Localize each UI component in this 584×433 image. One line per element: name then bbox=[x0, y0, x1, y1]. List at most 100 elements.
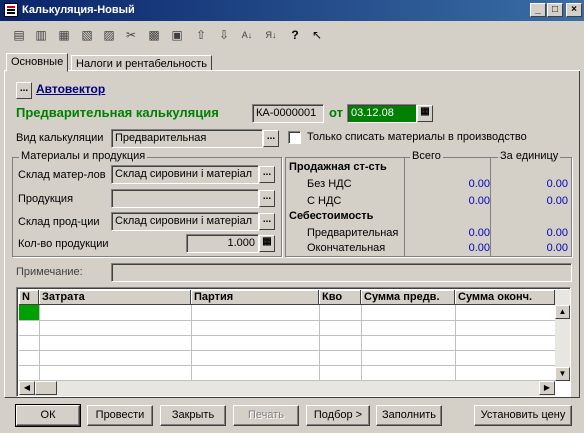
maximize-button[interactable]: □ bbox=[547, 3, 563, 17]
final-unit: 0.00 bbox=[546, 242, 568, 254]
doc-title: Предварительная калькуляция bbox=[16, 105, 219, 120]
qty-field[interactable]: 1.000 bbox=[186, 234, 259, 253]
help-icon[interactable]: ? bbox=[286, 26, 304, 44]
scroll-left-button[interactable]: ◀ bbox=[19, 381, 35, 395]
prelim-label: Предварительная bbox=[307, 227, 399, 239]
col-header-cost[interactable]: Затрата bbox=[39, 290, 191, 305]
horizontal-scrollbar[interactable]: ◀ ▶ bbox=[19, 381, 555, 396]
close-button[interactable]: Закрыть bbox=[160, 405, 226, 426]
costs-table[interactable]: N Затрата Партия Кво Сумма предв. Сумма … bbox=[16, 287, 571, 397]
table-icon[interactable]: ▣ bbox=[168, 26, 186, 44]
summary-divider-1 bbox=[404, 157, 405, 257]
table-row[interactable] bbox=[19, 335, 555, 351]
fill-button[interactable]: Заполнить bbox=[376, 405, 442, 426]
autovector-button[interactable]: ... bbox=[16, 82, 32, 99]
col-header-sum-final[interactable]: Сумма оконч. bbox=[455, 290, 555, 305]
scroll-down-button[interactable]: ▼ bbox=[555, 367, 570, 381]
summary-divider-2 bbox=[490, 157, 491, 257]
vertical-scrollbar[interactable]: ▲ ▼ bbox=[555, 290, 570, 381]
product-field[interactable] bbox=[111, 189, 259, 208]
vat-label: С НДС bbox=[307, 195, 342, 207]
scroll-right-button[interactable]: ▶ bbox=[539, 381, 555, 395]
ok-button[interactable]: ОК bbox=[15, 404, 81, 427]
warehouse-prod-field[interactable]: Склад сировини і матеріал bbox=[111, 212, 259, 231]
title-bar: Калькуляция-Новый _ □ × bbox=[0, 0, 584, 21]
scroll-up-button[interactable]: ▲ bbox=[555, 305, 570, 319]
minimize-button[interactable]: _ bbox=[530, 3, 546, 17]
writeoff-checkbox[interactable] bbox=[288, 131, 301, 144]
sort-asc-icon[interactable]: A↓ bbox=[238, 26, 256, 44]
warehouse-prod-label: Склад прод-ции bbox=[18, 216, 100, 228]
from-label: от bbox=[329, 105, 343, 120]
qty-label: Кол-во продукции bbox=[18, 238, 109, 250]
col-divider bbox=[39, 305, 40, 381]
calculator-icon: ▦ bbox=[262, 236, 272, 247]
col-header-batch[interactable]: Партия bbox=[191, 290, 319, 305]
tab-main[interactable]: Основные bbox=[6, 53, 69, 72]
note-label: Примечание: bbox=[16, 266, 83, 278]
calendar-icon: ▦ bbox=[420, 106, 430, 117]
table-row[interactable] bbox=[19, 350, 555, 366]
context-help-icon[interactable]: ↖ bbox=[308, 26, 326, 44]
col-divider bbox=[361, 305, 362, 381]
product-label: Продукция bbox=[18, 193, 74, 205]
cut-icon[interactable]: ✂ bbox=[122, 26, 140, 44]
selected-cell[interactable] bbox=[19, 305, 39, 320]
warehouse-mat-label: Склад матер-лов bbox=[18, 169, 106, 181]
scroll-thumb[interactable] bbox=[35, 381, 57, 395]
table-row[interactable] bbox=[19, 320, 555, 336]
delete-row-icon[interactable]: ▨ bbox=[100, 26, 118, 44]
no-vat-total: 0.00 bbox=[468, 178, 490, 190]
prelim-total: 0.00 bbox=[468, 227, 490, 239]
properties-icon[interactable]: ▩ bbox=[145, 26, 163, 44]
tab-taxes[interactable]: Налоги и рентабельность bbox=[71, 55, 213, 71]
sale-header: Продажная ст-сть bbox=[289, 161, 387, 173]
print-button[interactable]: Печать bbox=[233, 405, 299, 426]
post-button[interactable]: Провести bbox=[87, 405, 153, 426]
app-icon bbox=[4, 3, 18, 17]
calendar-button[interactable]: ▦ bbox=[417, 105, 433, 122]
col-total-label: Всего bbox=[410, 150, 443, 162]
close-window-button[interactable]: × bbox=[566, 3, 582, 17]
sort-desc-icon[interactable]: Я↓ bbox=[262, 26, 280, 44]
window-title: Калькуляция-Новый bbox=[22, 4, 135, 16]
col-unit-label: За единицу bbox=[498, 150, 561, 162]
table-row[interactable] bbox=[19, 365, 555, 381]
col-header-qty[interactable]: Кво bbox=[319, 290, 361, 305]
materials-group-label: Материалы и продукция bbox=[19, 150, 148, 162]
cost-header: Себестоимость bbox=[289, 210, 374, 222]
new-document-icon[interactable]: ▤ bbox=[10, 26, 28, 44]
no-vat-label: Без НДС bbox=[307, 178, 352, 190]
calculator-button[interactable]: ▦ bbox=[259, 235, 275, 252]
col-divider bbox=[319, 305, 320, 381]
col-header-n[interactable]: N bbox=[19, 290, 39, 305]
product-select-button[interactable]: ... bbox=[259, 190, 275, 207]
arrow-up-icon[interactable]: ⇧ bbox=[192, 26, 210, 44]
final-total: 0.00 bbox=[468, 242, 490, 254]
calc-type-field[interactable]: Предварительная bbox=[111, 129, 263, 148]
final-label: Окончательная bbox=[307, 242, 386, 254]
warehouse-mat-select-button[interactable]: ... bbox=[259, 166, 275, 183]
insert-row-icon[interactable]: ▧ bbox=[78, 26, 96, 44]
autovector-link[interactable]: Автовектор bbox=[36, 82, 105, 96]
doc-number-field[interactable]: КА-0000001 bbox=[252, 104, 324, 123]
toolbar: ▤ ▥ ▦ ▧ ▨ ✂ ▩ ▣ ⇧ ⇩ A↓ Я↓ ? ↖ bbox=[0, 22, 584, 48]
set-price-button[interactable]: Установить цену bbox=[474, 405, 572, 426]
calc-type-label: Вид калькуляции bbox=[16, 132, 104, 144]
calc-type-select-button[interactable]: ... bbox=[263, 130, 279, 147]
table-row[interactable] bbox=[19, 305, 555, 321]
vat-total: 0.00 bbox=[468, 195, 490, 207]
note-field[interactable] bbox=[111, 263, 572, 282]
arrow-down-icon[interactable]: ⇩ bbox=[215, 26, 233, 44]
vat-unit: 0.00 bbox=[546, 195, 568, 207]
warehouse-prod-select-button[interactable]: ... bbox=[259, 213, 275, 230]
copy-icon[interactable]: ▥ bbox=[32, 26, 50, 44]
warehouse-mat-field[interactable]: Склад сировини і матеріал bbox=[111, 165, 259, 184]
no-vat-unit: 0.00 bbox=[546, 178, 568, 190]
col-divider bbox=[191, 305, 192, 381]
writeoff-label: Только списать материалы в производство bbox=[307, 131, 527, 143]
doc-date-field[interactable]: 03.12.08 bbox=[347, 104, 417, 123]
col-header-sum-prelim[interactable]: Сумма предв. bbox=[361, 290, 455, 305]
select-button[interactable]: Подбор > bbox=[306, 405, 370, 426]
edit-icon[interactable]: ▦ bbox=[55, 26, 73, 44]
